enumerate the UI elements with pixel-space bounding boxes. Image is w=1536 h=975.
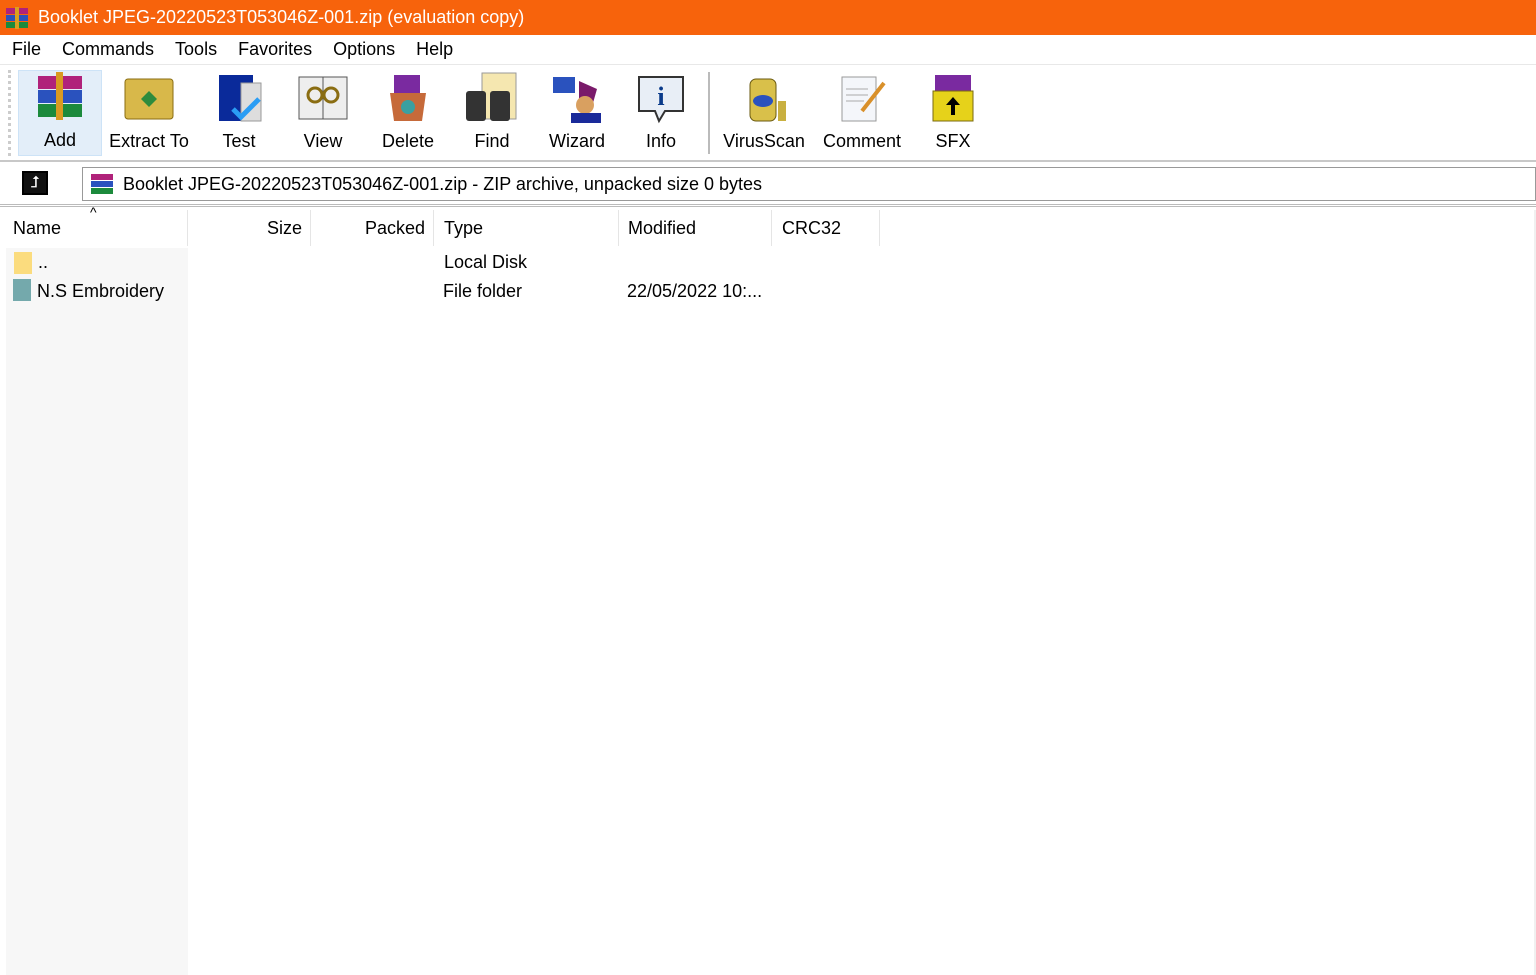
menu-favorites[interactable]: Favorites bbox=[238, 39, 312, 60]
add-label: Add bbox=[43, 130, 77, 150]
column-modified-label: Modified bbox=[628, 217, 697, 238]
wizard-icon bbox=[549, 71, 605, 125]
add-button[interactable]: Add bbox=[18, 70, 102, 156]
column-name[interactable]: Name ^ bbox=[6, 204, 188, 246]
column-crc32[interactable]: CRC32 bbox=[772, 210, 880, 246]
column-crc32-label: CRC32 bbox=[782, 217, 842, 238]
info-button[interactable]: i Info bbox=[628, 70, 694, 156]
comment-icon bbox=[834, 71, 890, 125]
column-type-label: Type bbox=[444, 217, 484, 238]
svg-text:i: i bbox=[657, 82, 664, 111]
up-folder-button[interactable]: ⮥ bbox=[22, 171, 48, 195]
folder-icon bbox=[14, 252, 32, 274]
title-bar: Booklet JPEG-20220523T053046Z-001.zip (e… bbox=[0, 0, 1536, 35]
view-button[interactable]: View bbox=[288, 70, 358, 156]
delete-label: Delete bbox=[381, 131, 435, 151]
comment-label: Comment bbox=[822, 131, 902, 151]
comment-button[interactable]: Comment bbox=[818, 70, 906, 156]
delete-icon bbox=[380, 71, 436, 125]
row-name: .. bbox=[38, 252, 49, 272]
winrar-icon bbox=[6, 6, 28, 29]
menu-file[interactable]: File bbox=[12, 39, 41, 60]
column-packed-label: Packed bbox=[364, 217, 425, 238]
test-icon bbox=[211, 71, 267, 125]
virusscan-button[interactable]: VirusScan bbox=[722, 70, 806, 156]
test-button[interactable]: Test bbox=[204, 70, 274, 156]
up-arrow-icon: ⮥ bbox=[30, 174, 40, 191]
toolbar: Add Extract To Test View Delete Find Wiz… bbox=[0, 66, 1536, 162]
find-button[interactable]: Find bbox=[458, 70, 526, 156]
extract-icon bbox=[121, 71, 177, 125]
archive-icon bbox=[91, 174, 113, 194]
address-field[interactable]: Booklet JPEG-20220523T053046Z-001.zip - … bbox=[82, 167, 1536, 201]
folder-icon bbox=[13, 279, 31, 301]
column-size[interactable]: Size bbox=[188, 210, 311, 246]
wizard-button[interactable]: Wizard bbox=[540, 70, 614, 156]
menu-help[interactable]: Help bbox=[416, 39, 453, 60]
menu-bar: File Commands Tools Favorites Options He… bbox=[0, 35, 1536, 65]
add-archive-icon bbox=[32, 70, 88, 124]
sfx-icon bbox=[925, 71, 981, 125]
toolbar-separator bbox=[708, 72, 710, 154]
address-text: Booklet JPEG-20220523T053046Z-001.zip - … bbox=[123, 173, 763, 194]
address-bar: ⮥ Booklet JPEG-20220523T053046Z-001.zip … bbox=[0, 163, 1536, 207]
find-label: Find bbox=[474, 131, 510, 151]
row-modified: 22/05/2022 10:... bbox=[627, 281, 763, 301]
column-name-label: Name bbox=[13, 217, 62, 238]
column-packed[interactable]: Packed bbox=[311, 210, 434, 246]
list-item-parent[interactable]: .. Local Disk bbox=[6, 248, 880, 276]
info-label: Info bbox=[645, 131, 677, 151]
delete-button[interactable]: Delete bbox=[372, 70, 444, 156]
name-column-background bbox=[6, 248, 188, 975]
view-label: View bbox=[303, 131, 343, 151]
extract-to-button[interactable]: Extract To bbox=[106, 70, 192, 156]
column-type[interactable]: Type bbox=[434, 210, 619, 246]
column-modified[interactable]: Modified bbox=[619, 210, 772, 246]
file-list: Name ^ Size Packed Type Modified CRC32 ..… bbox=[0, 204, 1536, 975]
virusscan-label: VirusScan bbox=[723, 131, 805, 151]
list-item-selected[interactable]: N.S Embroidery File folder 22/05/2022 10… bbox=[13, 277, 880, 305]
window-title: Booklet JPEG-20220523T053046Z-001.zip (e… bbox=[38, 7, 525, 27]
view-icon bbox=[295, 71, 351, 125]
row-type: Local Disk bbox=[444, 252, 528, 272]
menu-tools[interactable]: Tools bbox=[175, 39, 217, 60]
extract-to-label: Extract To bbox=[109, 131, 189, 151]
column-size-label: Size bbox=[266, 217, 302, 238]
row-type: File folder bbox=[443, 281, 523, 301]
test-label: Test bbox=[222, 131, 256, 151]
sfx-label: SFX bbox=[935, 131, 971, 151]
sfx-button[interactable]: SFX bbox=[920, 70, 986, 156]
menu-commands[interactable]: Commands bbox=[62, 39, 154, 60]
menu-options[interactable]: Options bbox=[333, 39, 395, 60]
info-icon: i bbox=[633, 71, 689, 125]
toolbar-grip[interactable] bbox=[8, 70, 11, 156]
wizard-label: Wizard bbox=[548, 131, 605, 151]
virusscan-icon bbox=[736, 71, 792, 125]
find-icon bbox=[464, 71, 520, 125]
sort-ascending-icon: ^ bbox=[90, 204, 97, 220]
row-name: N.S Embroidery bbox=[37, 281, 165, 301]
